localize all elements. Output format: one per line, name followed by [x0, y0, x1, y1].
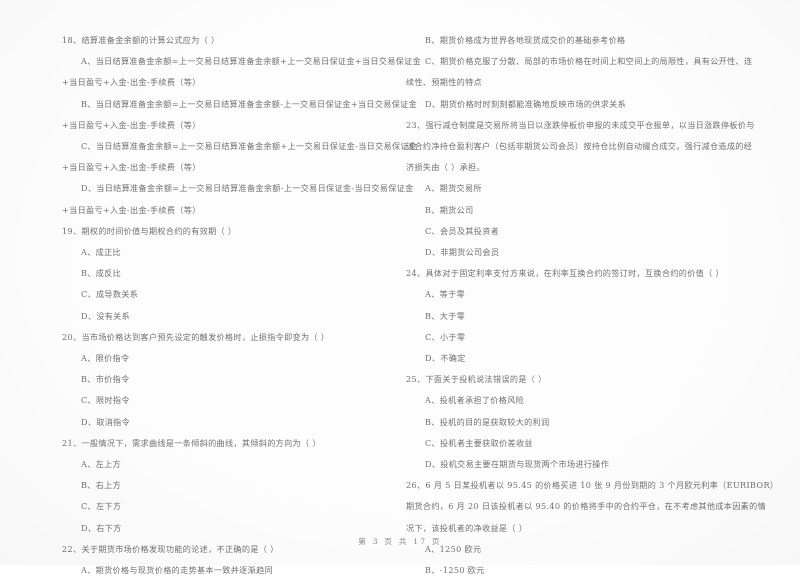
wrapped-line: 期货合约，6 月 20 日该投机者以 95.40 的价格将手中的合约平仓，在不考… [406, 501, 767, 512]
answer-option: C、限时指令 [81, 395, 130, 406]
answer-option: B、期货公司 [425, 204, 474, 215]
answer-option: C、期货价格克服了分散、局部的市场价格在时间上和空间上的局限性，具有公开性、连 [425, 56, 753, 67]
wrapped-line: +当日盈亏+入金-出金-手续费（等） [62, 119, 201, 130]
wrapped-line: +当日盈亏+入金-出金-手续费（等） [62, 77, 201, 88]
wrapped-line: 济损失由（ ）承担。 [406, 162, 485, 173]
answer-option: A、投机者承担了价格风险 [425, 395, 525, 406]
question-text: 20、当市场价格达到客户预先设定的触发价格时，止损指令即变为（ ） [62, 331, 330, 342]
right-column: B、期货价格成为世界各地现货成交价的基础参考价格 C、期货价格克服了分散、局部的市… [400, 30, 800, 581]
question-text: 24、具体对于固定利率支付方来说，在利率互换合约的签订时，互换合约的价值（ ） [406, 268, 724, 279]
answer-option: A、当日结算准备金余额=上一交易日结算准备金余额+上一交易日保证金+当日交易保证… [81, 56, 422, 67]
answer-option: D、当日结算准备金余额=上一交易日结算准备金余额-上一交易日保证金-当日交易保证… [81, 183, 414, 194]
question-text: 18、结算准备金余额的计算公式应为（ ） [62, 35, 220, 45]
question-text: 25、下面关于投机说法错误的是（ ） [406, 374, 547, 385]
answer-option: B、当日结算准备金余额=上一交易日结算准备金余额-上一交易日保证金+当日交易保证… [81, 98, 418, 109]
wrapped-line: 该合约净持仓盈利客户（包括非期货公司会员）按持仓比例自动撮合成交。强行减仓造成的… [406, 141, 753, 152]
answer-option: B、投机的目的是获取较大的利润 [425, 416, 550, 427]
answer-option: D、期货价格时时刻刻都能准确地反映市场的供求关系 [425, 98, 627, 109]
question-text: 21、一般情况下，需求曲线是一条倾斜的曲线，其倾斜的方向为（ ） [62, 437, 321, 448]
answer-option: A、左上方 [81, 459, 121, 470]
page-footer: 第 3 页 共 17 页 [358, 537, 442, 546]
wrapped-line: +当日盈亏+入金-出金-手续费（等） [62, 204, 201, 215]
answer-option: B、市价指令 [81, 374, 130, 385]
answer-option: A、限价指令 [81, 353, 130, 364]
answer-option: B、期货价格成为世界各地现货成交价的基础参考价格 [425, 35, 626, 45]
wrapped-line: 续性、预期性的特点 [406, 77, 482, 88]
answer-option: A、等于零 [425, 289, 465, 300]
wrapped-line: +当日盈亏+入金-出金-手续费（等） [62, 162, 201, 173]
answer-option: C、投机者主要获取价差收益 [425, 437, 533, 448]
answer-option: C、成导数关系 [81, 289, 139, 300]
answer-option: B、大于零 [425, 310, 466, 321]
answer-option: A、成正比 [81, 247, 121, 258]
answer-option: C、当日结算准备金余额=上一交易日结算准备金余额+上一交易日保证金-当日交易保证… [81, 141, 418, 152]
answer-option: C、左下方 [81, 501, 122, 512]
answer-option: D、没有关系 [81, 310, 131, 321]
answer-option: B、成反比 [81, 268, 122, 279]
question-text: 19、期权的时间价值与期权合约的有效期（ ） [62, 225, 237, 236]
question-text: 23、强行减仓制度是交易所将当日以涨跌停板价申报的未成交平仓报单，以当日涨跌停板… [406, 119, 755, 130]
two-column-layout: 18、结算准备金余额的计算公式应为（ ） A、当日结算准备金余额=上一交易日结算准… [0, 30, 800, 581]
answer-option: A、期货价格与现货价格的走势基本一致并逐渐趋同 [81, 565, 273, 576]
left-column: 18、结算准备金余额的计算公式应为（ ） A、当日结算准备金余额=上一交易日结算准… [0, 30, 422, 581]
answer-option: A、期货交易所 [425, 183, 482, 194]
question-text: 26、6 月 5 日某投机者以 95.45 的价格买进 10 张 9 月份到期的… [406, 480, 779, 491]
answer-option: D、不确定 [425, 353, 466, 364]
answer-option: C、小于零 [425, 331, 466, 342]
answer-option: B、右上方 [81, 480, 122, 491]
answer-option: C、会员及其投资者 [425, 225, 500, 236]
exam-page: 18、结算准备金余额的计算公式应为（ ） A、当日结算准备金余额=上一交易日结算准… [0, 0, 800, 575]
answer-option: D、非期货公司会员 [425, 247, 500, 258]
answer-option: B、-1250 欧元 [425, 565, 485, 576]
answer-option: D、投机交易主要在期货与现货两个市场进行操作 [425, 459, 610, 470]
answer-option: D、取消指令 [81, 416, 131, 427]
